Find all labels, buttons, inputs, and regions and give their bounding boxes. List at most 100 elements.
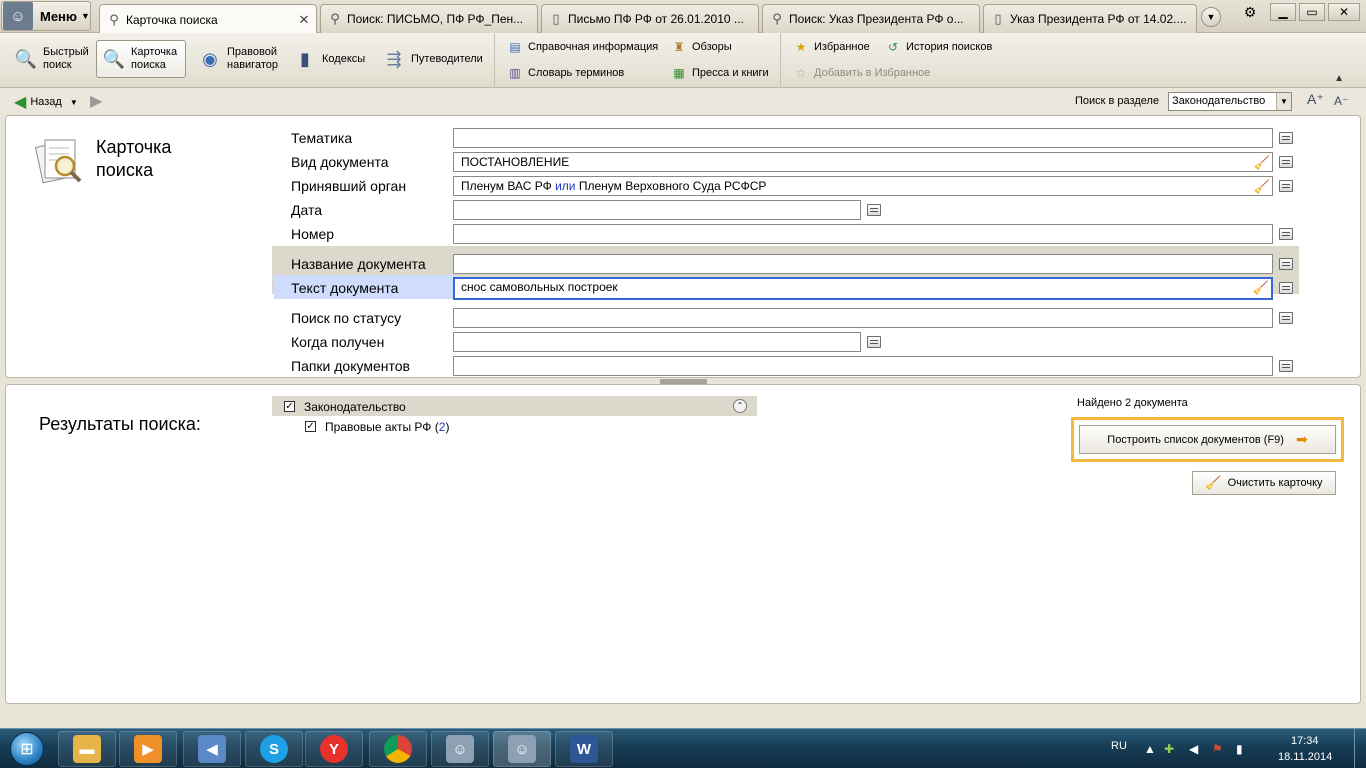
press-button[interactable]: ▦ Пресса и книги: [671, 64, 768, 82]
collapse-section-icon[interactable]: ⌃: [733, 399, 747, 413]
doc-name-field[interactable]: [453, 254, 1273, 274]
doc-type-value: ПОСТАНОВЛЕНИЕ: [461, 155, 570, 169]
glossary-label: Словарь терминов: [528, 67, 625, 79]
codes-button[interactable]: ▮ Кодексы: [287, 40, 369, 78]
search-history-button[interactable]: ↺ История поисков: [885, 38, 992, 56]
doc-name-list-button[interactable]: [1279, 258, 1293, 270]
explorer-taskbar-button[interactable]: ▬: [58, 731, 116, 767]
reviews-label: Обзоры: [692, 41, 732, 53]
chrome-taskbar-button[interactable]: [369, 731, 427, 767]
status-list-button[interactable]: [1279, 312, 1293, 324]
font-increase-icon[interactable]: A⁺: [1307, 91, 1324, 108]
reference-label: Справочная информация: [528, 41, 659, 53]
volume-icon[interactable]: ◀: [1189, 742, 1198, 756]
date-field[interactable]: [453, 200, 861, 220]
font-decrease-icon[interactable]: A⁻: [1334, 94, 1348, 108]
number-field[interactable]: [453, 224, 1273, 244]
date-list-button[interactable]: [867, 204, 881, 216]
history-icon: ↺: [887, 40, 899, 54]
clear-field-icon[interactable]: 🧹: [1254, 178, 1270, 195]
guides-button[interactable]: ⇶ Путеводители: [376, 40, 488, 78]
search-results-panel: Результаты поиска: ✓ Законодательство ⌃ …: [5, 384, 1361, 704]
field-label-received: Когда получен: [291, 334, 385, 350]
legal-navigator-button[interactable]: ◉ Правовой навигатор: [192, 40, 282, 78]
status-field[interactable]: [453, 308, 1273, 328]
search-card-large-icon: [35, 139, 82, 184]
tab-search-decree[interactable]: ⚲ Поиск: Указ Президента РФ о...: [762, 4, 980, 33]
tab-search-letter[interactable]: ⚲ Поиск: ПИСЬМО, ПФ РФ_Пен...: [320, 4, 538, 33]
build-document-list-button[interactable]: Построить список документов (F9) ➡: [1079, 425, 1336, 454]
maximize-button[interactable]: ▭: [1299, 3, 1325, 21]
back-label: Назад: [30, 96, 62, 108]
add-to-favorites-button[interactable]: ☆ Добавить в Избранное: [793, 64, 931, 82]
authority-field[interactable]: Пленум ВАС РФ или Пленум Верховного Суда…: [453, 176, 1273, 196]
consultant-taskbar-button-1[interactable]: ☺: [431, 731, 489, 767]
doc-type-field[interactable]: ПОСТАНОВЛЕНИЕ 🧹: [453, 152, 1273, 172]
yandex-icon: Y: [320, 735, 348, 763]
glossary-button[interactable]: ▥ Словарь терминов: [507, 64, 624, 82]
back-button[interactable]: ◀ Назад ▼: [14, 92, 78, 112]
search-card-button[interactable]: 🔍 Карточка поиска: [96, 40, 186, 78]
search-card-panel: Карточка поиска Тематика Вид документа П…: [5, 115, 1361, 378]
collapse-toolbar-icon[interactable]: ▲: [1334, 73, 1344, 84]
number-list-button[interactable]: [1279, 228, 1293, 240]
minimize-button[interactable]: ▁: [1270, 3, 1296, 21]
flag-icon[interactable]: ⚑: [1212, 742, 1223, 756]
tab-letter-document[interactable]: ▯ Письмо ПФ РФ от 26.01.2010 ...: [541, 4, 759, 33]
doc-text-field[interactable]: снос самовольных построек 🧹: [453, 277, 1273, 300]
reviews-button[interactable]: ♜ Обзоры: [671, 38, 732, 56]
build-list-highlight: Построить список документов (F9) ➡: [1071, 417, 1344, 462]
search-section-select[interactable]: Законодательство ▼: [1168, 92, 1292, 111]
ru-acts-row[interactable]: Правовые акты РФ (2): [325, 420, 449, 434]
topic-list-button[interactable]: [1279, 132, 1293, 144]
received-field[interactable]: [453, 332, 861, 352]
media-player-taskbar-button[interactable]: ▶: [119, 731, 177, 767]
chevron-down-icon[interactable]: ▼: [70, 98, 78, 107]
language-indicator[interactable]: RU: [1111, 740, 1127, 752]
close-icon[interactable]: ✕: [296, 12, 312, 28]
legislation-checkbox[interactable]: ✓: [284, 401, 295, 412]
network-signal-icon[interactable]: ▮: [1236, 742, 1243, 756]
ru-acts-checkbox[interactable]: ✓: [305, 421, 316, 432]
reference-info-button[interactable]: ▤ Справочная информация: [507, 38, 658, 56]
tab-decree-document[interactable]: ▯ Указ Президента РФ от 14.02....: [983, 4, 1197, 33]
folders-list-button[interactable]: [1279, 360, 1293, 372]
yandex-browser-taskbar-button[interactable]: Y: [305, 731, 363, 767]
compass-icon: ◉: [202, 48, 218, 69]
doc-text-list-button[interactable]: [1279, 282, 1293, 294]
star-add-icon: ☆: [795, 66, 807, 80]
clear-field-icon[interactable]: 🧹: [1254, 154, 1270, 171]
topic-field[interactable]: [453, 128, 1273, 148]
skype-taskbar-button[interactable]: S: [245, 731, 303, 767]
forward-arrow-icon[interactable]: ▶: [90, 91, 102, 111]
consultant-taskbar-button-2[interactable]: ☺: [493, 731, 551, 767]
received-list-button[interactable]: [867, 336, 881, 348]
authority-list-button[interactable]: [1279, 180, 1293, 192]
audio-taskbar-button[interactable]: ◀: [183, 731, 241, 767]
clock-date[interactable]: 18.11.2014: [1278, 751, 1332, 763]
tab-search-card[interactable]: ⚲ Карточка поиска ✕: [99, 4, 317, 34]
toolbar-separator: [780, 33, 781, 88]
clear-card-button[interactable]: 🧹 Очистить карточку: [1192, 471, 1336, 495]
tabs-overflow-button[interactable]: ▼: [1201, 7, 1221, 27]
doc-type-list-button[interactable]: [1279, 156, 1293, 168]
clock-time[interactable]: 17:34: [1291, 735, 1319, 747]
favorites-button[interactable]: ★ Избранное: [793, 38, 870, 56]
show-desktop-button[interactable]: [1354, 729, 1366, 768]
close-window-button[interactable]: ✕: [1328, 3, 1360, 21]
word-taskbar-button[interactable]: W: [555, 731, 613, 767]
search-icon: ⚲: [109, 11, 119, 27]
tray-expand-icon[interactable]: ▲: [1144, 742, 1156, 756]
document-icon: ▯: [552, 11, 560, 26]
legal-navigator-label: Правовой навигатор: [227, 46, 278, 71]
clear-field-icon[interactable]: 🧹: [1253, 280, 1269, 296]
main-menu-button[interactable]: ☺ Меню ▼: [1, 1, 91, 31]
quick-search-button[interactable]: 🔍 Быстрый поиск: [8, 40, 91, 78]
settings-icon[interactable]: ⚙: [1236, 3, 1264, 21]
chrome-icon: [384, 735, 412, 763]
consultant-icon: ☺: [446, 735, 474, 763]
start-button[interactable]: ⊞: [4, 730, 50, 768]
folders-field[interactable]: [453, 356, 1273, 376]
network-plus-icon[interactable]: ✚: [1164, 742, 1174, 756]
windows-logo-icon: ⊞: [10, 732, 44, 766]
